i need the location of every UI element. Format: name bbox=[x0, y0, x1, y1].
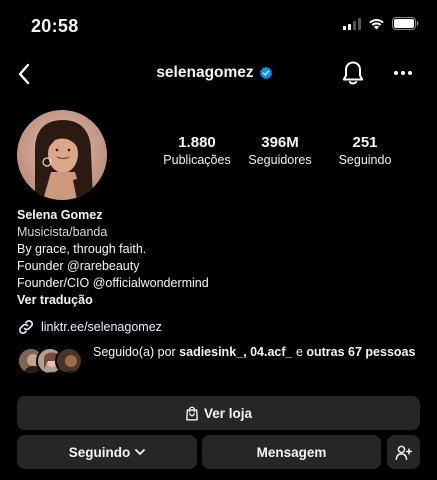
view-shop-button[interactable]: Ver loja bbox=[17, 396, 420, 430]
posts-label: Publicações bbox=[163, 153, 231, 167]
profile-stats: 1.880 Publicações 396M Seguidores 251 Se… bbox=[150, 134, 410, 174]
status-bar: 20:58 bbox=[0, 0, 437, 52]
profile-link[interactable]: linktr.ee/selenagomez bbox=[17, 318, 162, 336]
more-options-button[interactable] bbox=[390, 60, 416, 86]
add-person-icon bbox=[395, 445, 412, 460]
following-button[interactable]: Seguindo bbox=[17, 435, 197, 469]
bio-line[interactable]: Founder/CIO @officialwondermind bbox=[17, 275, 417, 292]
following-label: Seguindo bbox=[68, 444, 131, 460]
status-icons bbox=[343, 17, 419, 30]
followed-by-conjunction: e bbox=[292, 345, 307, 359]
bio-line[interactable]: Founder @rarebeauty bbox=[17, 258, 417, 275]
link-icon bbox=[19, 320, 33, 334]
message-label: Mensagem bbox=[256, 444, 327, 460]
profile-category: Musicista/banda bbox=[17, 225, 108, 239]
shopping-bag-icon bbox=[186, 405, 198, 421]
avatar bbox=[55, 347, 83, 375]
profile-username-title: selenagomez bbox=[0, 64, 437, 82]
profile-name: Selena Gomez bbox=[17, 208, 103, 222]
stat-followers[interactable]: 396M Seguidores bbox=[244, 134, 316, 168]
stat-following[interactable]: 251 Seguindo bbox=[331, 134, 399, 168]
followed-by-user[interactable]: 04.acf_ bbox=[250, 345, 292, 359]
bell-icon bbox=[342, 61, 364, 85]
profile-header: selenagomez bbox=[0, 56, 437, 92]
chevron-down-icon bbox=[135, 448, 146, 455]
follower-avatars bbox=[17, 347, 83, 375]
more-icon bbox=[394, 71, 412, 75]
following-count: 251 bbox=[352, 134, 378, 151]
bio-line: By grace, through faith. bbox=[17, 242, 147, 256]
followed-by-text: Seguido(a) por sadiesink_, 04.acf_ e out… bbox=[93, 344, 423, 361]
followed-by-others[interactable]: outras 67 pessoas bbox=[306, 345, 415, 359]
followed-by-user[interactable]: sadiesink_ bbox=[179, 345, 243, 359]
notifications-button[interactable] bbox=[340, 58, 366, 88]
posts-count: 1.880 bbox=[178, 134, 216, 151]
link-text: linktr.ee/selenagomez bbox=[41, 320, 162, 334]
battery-icon bbox=[392, 17, 419, 30]
suggested-people-button[interactable] bbox=[387, 435, 420, 469]
verified-badge-icon bbox=[259, 66, 273, 80]
translate-link[interactable]: Ver tradução bbox=[17, 292, 417, 309]
view-shop-label: Ver loja bbox=[203, 405, 253, 421]
username: selenagomez bbox=[156, 64, 254, 81]
status-time: 20:58 bbox=[31, 16, 79, 36]
followers-label: Seguidores bbox=[248, 153, 312, 167]
stat-posts[interactable]: 1.880 Publicações bbox=[150, 134, 244, 168]
profile-bio: Selena Gomez Musicista/banda By grace, t… bbox=[17, 207, 417, 309]
profile-avatar[interactable] bbox=[17, 110, 107, 200]
followed-by[interactable]: Seguido(a) por sadiesink_, 04.acf_ e out… bbox=[17, 343, 427, 379]
wifi-icon bbox=[369, 18, 384, 29]
message-button[interactable]: Mensagem bbox=[202, 435, 381, 469]
followers-count: 396M bbox=[261, 134, 299, 151]
signal-icon bbox=[343, 17, 361, 30]
following-label: Seguindo bbox=[338, 153, 392, 167]
followed-by-prefix: Seguido(a) por bbox=[93, 345, 180, 359]
